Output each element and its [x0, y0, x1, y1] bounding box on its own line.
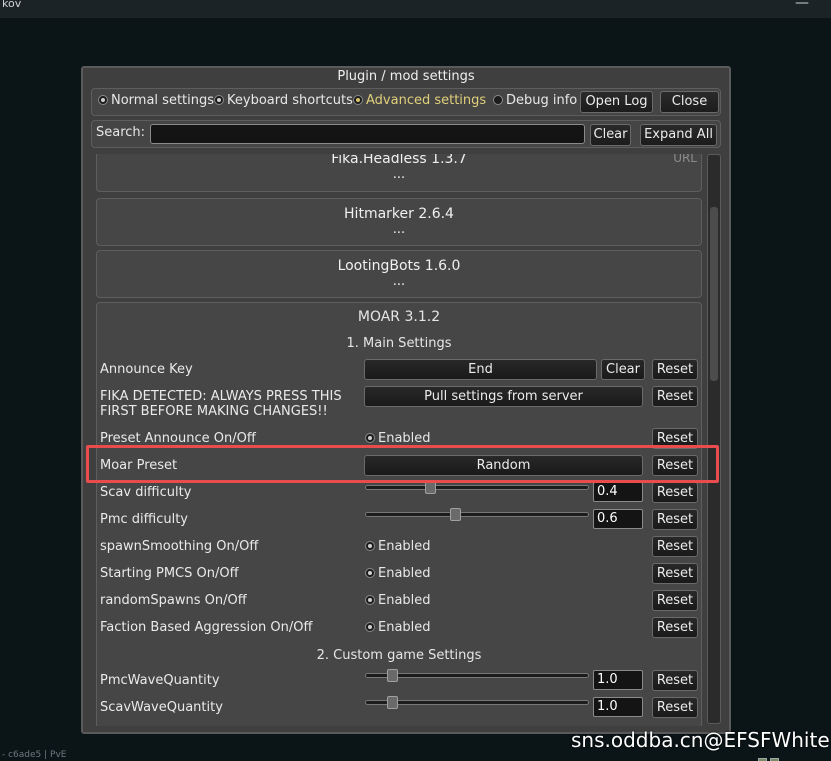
minimize-icon[interactable]: —: [795, 0, 809, 11]
setting-label: Announce Key: [100, 362, 193, 377]
scav-wave-input[interactable]: 1.0: [593, 697, 643, 717]
plugin-settings-window: Plugin / mod settings Normal settings Ke…: [81, 66, 731, 734]
app-title-bar: kov —: [0, 0, 831, 18]
pull-settings-button[interactable]: Pull settings from server: [364, 386, 643, 407]
random-spawns-toggle[interactable]: Enabled: [365, 593, 431, 608]
radio-icon: [365, 541, 375, 551]
pmc-difficulty-slider[interactable]: [365, 508, 589, 521]
moar-preset-button[interactable]: Random: [364, 455, 643, 476]
debug-info-toggle[interactable]: Debug info: [493, 93, 577, 108]
reset-button[interactable]: Reset: [652, 509, 698, 530]
mod-collapsed-indicator: ...: [392, 167, 406, 182]
setting-label: Preset Announce On/Off: [100, 431, 256, 446]
url-link[interactable]: URL: [673, 154, 697, 165]
radio-icon: [353, 95, 363, 105]
reset-button[interactable]: Reset: [652, 590, 698, 611]
setting-label: Scav difficulty: [100, 485, 192, 500]
reset-button[interactable]: Reset: [652, 359, 698, 380]
reset-button[interactable]: Reset: [652, 536, 698, 557]
section-main-settings: 1. Main Settings: [346, 336, 452, 351]
starting-pmcs-toggle[interactable]: Enabled: [365, 566, 431, 581]
slider-thumb[interactable]: [387, 696, 398, 709]
setting-label: randomSpawns On/Off: [100, 593, 247, 608]
pmc-wave-input[interactable]: 1.0: [593, 670, 643, 690]
pmc-difficulty-input[interactable]: 0.6: [593, 509, 643, 529]
expand-all-button[interactable]: Expand All: [640, 124, 717, 146]
tab-advanced-settings[interactable]: Advanced settings: [353, 93, 486, 108]
announce-key-clear-button[interactable]: Clear: [601, 359, 645, 380]
mod-name: LootingBots 1.6.0: [337, 258, 461, 274]
background-footer-text: - c6ade5 | PvE: [2, 750, 67, 760]
slider-thumb[interactable]: [450, 508, 461, 521]
setting-label: ScavWaveQuantity: [100, 700, 223, 715]
slider-thumb[interactable]: [425, 481, 436, 494]
reset-button[interactable]: Reset: [652, 386, 698, 407]
mod-name: Fika.Headless 1.3.7: [331, 154, 467, 167]
setting-label: PmcWaveQuantity: [100, 673, 220, 688]
pmc-wave-slider[interactable]: [365, 669, 589, 682]
tab-keyboard-shortcuts[interactable]: Keyboard shortcuts: [214, 93, 353, 108]
scav-difficulty-slider[interactable]: [365, 481, 589, 494]
search-clear-button[interactable]: Clear: [590, 124, 631, 146]
watermark: sns.oddba.cn@EFSFWhite: [571, 728, 830, 752]
announce-key-button[interactable]: End: [364, 359, 597, 380]
window-title: Plugin / mod settings: [337, 69, 475, 84]
radio-icon: [214, 95, 224, 105]
open-log-button[interactable]: Open Log: [580, 91, 653, 113]
search-label: Search:: [96, 125, 146, 140]
reset-button[interactable]: Reset: [652, 670, 698, 691]
radio-icon: [365, 568, 375, 578]
mod-name: MOAR 3.1.2: [357, 309, 441, 325]
reset-button[interactable]: Reset: [652, 697, 698, 718]
preset-announce-toggle[interactable]: Enabled: [365, 431, 431, 446]
radio-icon: [365, 595, 375, 605]
reset-button[interactable]: Reset: [652, 617, 698, 638]
setting-label: Moar Preset: [100, 458, 178, 473]
setting-label: FIKA DETECTED: ALWAYS PRESS THIS FIRST B…: [100, 389, 342, 419]
mod-list[interactable]: Fika.Headless 1.3.7 ... URL Hitmarker 2.…: [96, 154, 704, 726]
radio-icon: [365, 433, 375, 443]
setting-label: Starting PMCS On/Off: [100, 566, 239, 581]
reset-button[interactable]: Reset: [652, 455, 698, 476]
tray-icons: [758, 752, 794, 761]
reset-button[interactable]: Reset: [652, 482, 698, 503]
radio-icon: [365, 622, 375, 632]
vertical-scrollbar[interactable]: [707, 154, 721, 724]
reset-button[interactable]: Reset: [652, 563, 698, 584]
spawn-smoothing-toggle[interactable]: Enabled: [365, 539, 431, 554]
radio-icon: [98, 95, 108, 105]
scrollbar-thumb[interactable]: [710, 207, 718, 381]
faction-aggression-toggle[interactable]: Enabled: [365, 620, 431, 635]
mod-name: Hitmarker 2.6.4: [344, 206, 454, 222]
mod-panel-fika-headless[interactable]: Fika.Headless 1.3.7 ... URL: [96, 154, 702, 192]
mod-panel-moar: MOAR 3.1.2 1. Main Settings Announce Key…: [96, 302, 702, 726]
search-input[interactable]: [150, 124, 585, 144]
mod-panel-lootingbots[interactable]: LootingBots 1.6.0 ...: [96, 250, 702, 298]
app-title: kov: [2, 0, 22, 10]
tab-normal-settings[interactable]: Normal settings: [98, 93, 214, 108]
setting-label: Faction Based Aggression On/Off: [100, 620, 313, 635]
mod-panel-hitmarker[interactable]: Hitmarker 2.6.4 ...: [96, 198, 702, 246]
checkbox-icon: [493, 95, 503, 105]
scav-wave-slider[interactable]: [365, 696, 589, 709]
scav-difficulty-input[interactable]: 0.4: [593, 482, 643, 502]
close-button[interactable]: Close: [660, 91, 719, 113]
setting-label: Pmc difficulty: [100, 512, 189, 527]
section-custom-game-settings: 2. Custom game Settings: [316, 648, 482, 663]
setting-label: spawnSmoothing On/Off: [100, 539, 259, 554]
mod-collapsed-indicator: ...: [392, 222, 406, 237]
mod-collapsed-indicator: ...: [392, 274, 406, 289]
reset-button[interactable]: Reset: [652, 428, 698, 449]
slider-thumb[interactable]: [387, 669, 398, 682]
